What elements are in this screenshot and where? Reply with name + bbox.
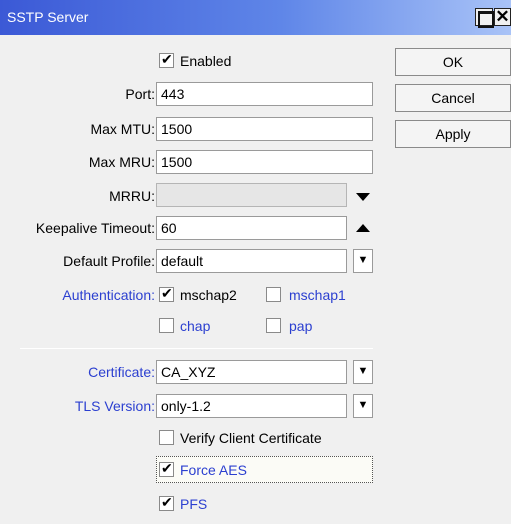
default-profile-label: Default Profile:: [63, 253, 155, 269]
mschap1-label: mschap1: [289, 287, 346, 303]
dropdown-arrow-icon[interactable]: ▼: [353, 249, 373, 273]
mschap2-label: mschap2: [180, 287, 237, 303]
pfs-label: PFS: [180, 496, 208, 512]
certificate-select[interactable]: CA_XYZ: [156, 360, 347, 384]
keepalive-label: Keepalive Timeout:: [35, 220, 155, 236]
force-aes-checkbox[interactable]: [159, 460, 174, 477]
chap-checkbox[interactable]: [159, 318, 174, 333]
mrru-label: MRRU:: [109, 188, 155, 204]
dropdown-arrow-icon[interactable]: ▼: [353, 394, 373, 418]
enabled-label: Enabled: [180, 53, 232, 69]
force-aes-label: Force AES: [180, 462, 247, 478]
mrru-field[interactable]: [156, 183, 347, 207]
close-icon[interactable]: ✕: [494, 8, 511, 26]
dropdown-arrow-icon[interactable]: ▼: [353, 360, 373, 384]
expand-down-icon[interactable]: [356, 193, 370, 201]
max-mtu-label: Max MTU:: [90, 121, 155, 137]
verify-client-checkbox[interactable]: [159, 430, 174, 445]
enabled-checkbox[interactable]: [159, 51, 174, 68]
tls-version-label: TLS Version:: [74, 398, 155, 414]
verify-client-label: Verify Client Certificate: [180, 430, 322, 446]
port-label: Port:: [125, 86, 155, 102]
ok-button[interactable]: OK: [395, 48, 511, 76]
pfs-checkbox[interactable]: [159, 494, 174, 511]
port-field[interactable]: 443: [156, 82, 373, 106]
cancel-button[interactable]: Cancel: [395, 84, 511, 112]
title-bar[interactable]: SSTP Server ✕: [0, 0, 511, 35]
pap-label: pap: [289, 318, 313, 334]
mschap1-checkbox[interactable]: [266, 287, 281, 302]
max-mru-field[interactable]: 1500: [156, 150, 373, 174]
pap-checkbox[interactable]: [266, 318, 281, 333]
chap-label: chap: [180, 318, 211, 334]
certificate-label: Certificate:: [88, 364, 155, 380]
maximize-icon[interactable]: [475, 8, 494, 28]
default-profile-select[interactable]: default: [156, 249, 347, 273]
max-mtu-field[interactable]: 1500: [156, 117, 373, 141]
keepalive-field[interactable]: 60: [156, 216, 347, 240]
mschap2-checkbox[interactable]: [159, 285, 174, 302]
section-divider: [20, 348, 373, 349]
authentication-label: Authentication:: [62, 287, 155, 303]
collapse-up-icon[interactable]: [356, 224, 370, 232]
tls-version-select[interactable]: only-1.2: [156, 394, 347, 418]
apply-button[interactable]: Apply: [395, 120, 511, 148]
max-mru-label: Max MRU:: [88, 154, 155, 170]
window-title: SSTP Server: [7, 9, 89, 25]
